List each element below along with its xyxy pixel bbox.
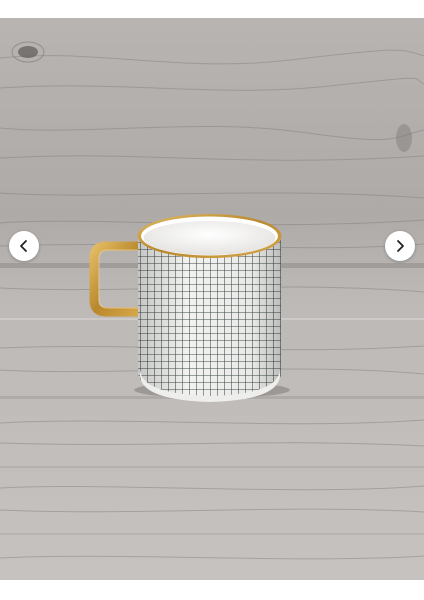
product-photo [0,18,424,580]
chevron-right-icon [397,240,404,252]
chevron-left-icon [20,240,27,252]
previous-image-button[interactable] [9,231,39,261]
next-image-button[interactable] [385,231,415,261]
product-image-page [0,0,424,600]
image-carousel[interactable] [0,18,424,580]
